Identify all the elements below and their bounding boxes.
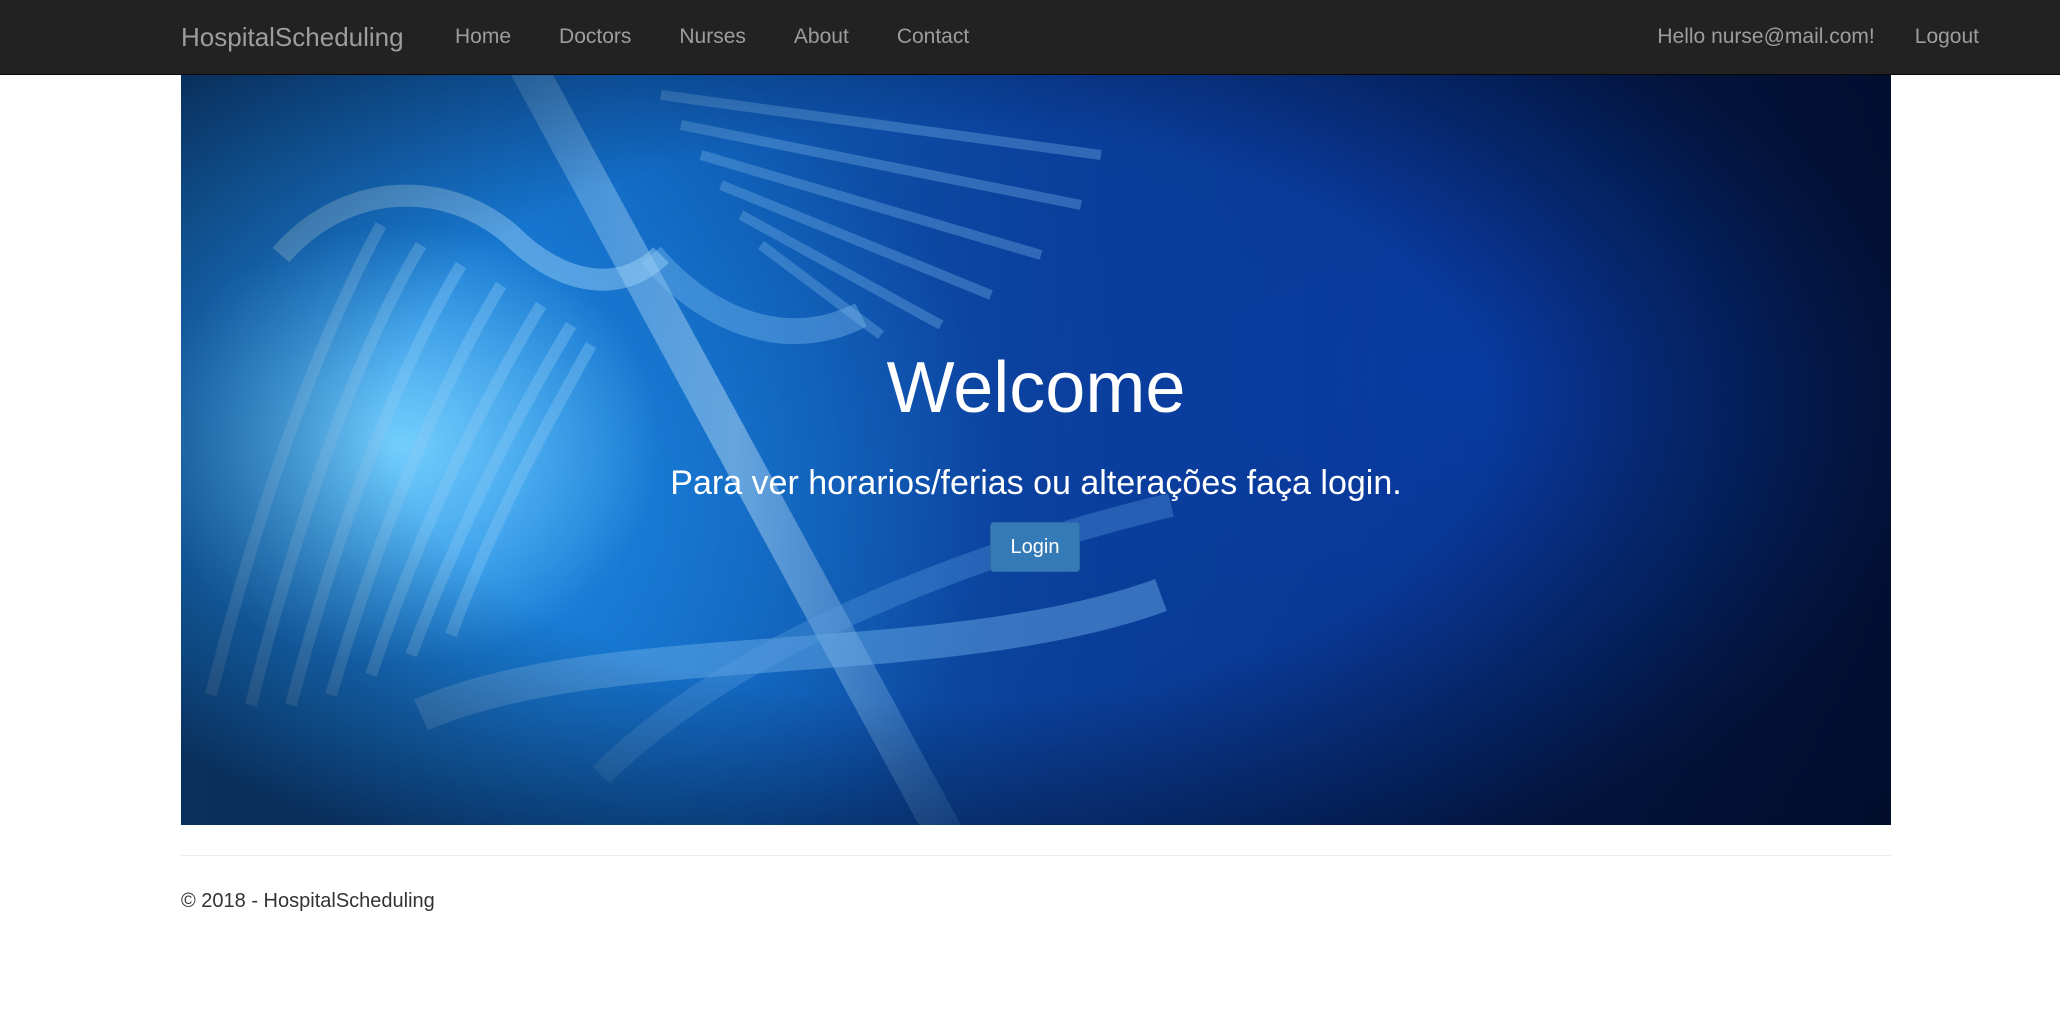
login-button[interactable]: Login: [990, 522, 1080, 572]
welcome-subtitle: Para ver horarios/ferias ou alterações f…: [670, 464, 1402, 502]
nav-home[interactable]: Home: [430, 0, 536, 74]
hero-vignette: [181, 75, 1891, 825]
brand-link[interactable]: HospitalScheduling: [181, 0, 404, 74]
footer-divider: [181, 855, 1891, 856]
logout-link[interactable]: Logout: [1894, 0, 2000, 74]
footer-copyright: © 2018 - HospitalScheduling: [181, 890, 435, 912]
nav-doctors[interactable]: Doctors: [534, 0, 656, 74]
main-nav: Home Doctors Nurses About Contact: [432, 0, 994, 74]
user-greeting-link[interactable]: Hello nurse@mail.com!: [1636, 0, 1895, 74]
nav-contact[interactable]: Contact: [872, 0, 994, 74]
user-nav: Hello nurse@mail.com! Logout: [1638, 0, 2000, 74]
nav-nurses[interactable]: Nurses: [654, 0, 771, 74]
hero-banner: Welcome Para ver horarios/ferias ou alte…: [181, 75, 1891, 825]
nav-about[interactable]: About: [769, 0, 874, 74]
top-navbar: HospitalScheduling Home Doctors Nurses A…: [0, 0, 2060, 75]
welcome-heading: Welcome: [886, 348, 1186, 428]
